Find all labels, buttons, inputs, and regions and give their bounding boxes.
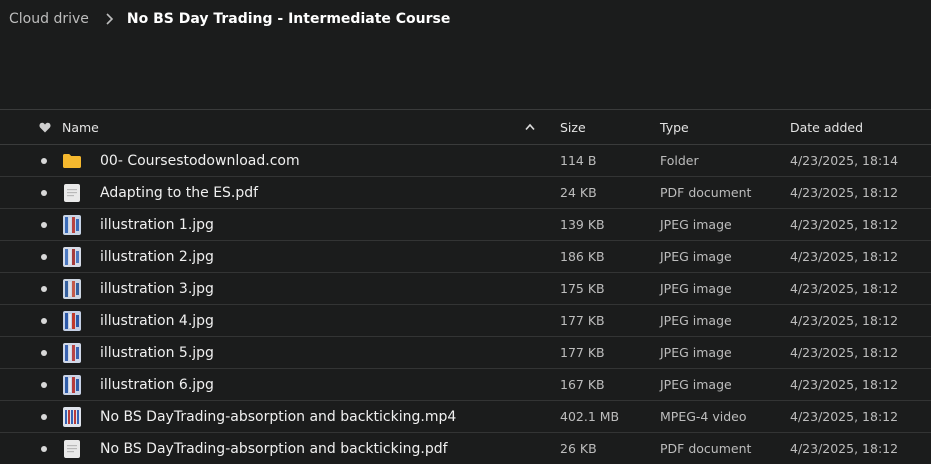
file-list: 00- Coursestodownload.com 114 B Folder 4/23… xyxy=(0,145,931,464)
column-header-size[interactable]: Size xyxy=(560,120,586,135)
file-size: 402.1 MB xyxy=(560,409,620,424)
table-header: Name Size Type Date added xyxy=(0,109,931,145)
pdf-file-icon xyxy=(62,439,82,459)
row-bullet xyxy=(41,349,47,356)
file-type: JPEG image xyxy=(660,217,732,232)
row-bullet xyxy=(41,189,47,196)
file-date-added: 4/23/2025, 18:12 xyxy=(790,185,899,200)
file-row[interactable]: No BS DayTrading-absorption and backtick… xyxy=(0,433,931,464)
file-date-added: 4/23/2025, 18:12 xyxy=(790,377,899,392)
row-bullet xyxy=(41,221,47,228)
file-name[interactable]: illustration 5.jpg xyxy=(100,345,214,361)
file-size: 114 B xyxy=(560,153,597,168)
file-type: MPEG-4 video xyxy=(660,409,747,424)
file-size: 186 KB xyxy=(560,249,605,264)
row-bullet xyxy=(41,157,47,164)
file-type: JPEG image xyxy=(660,345,732,360)
file-name[interactable]: illustration 1.jpg xyxy=(100,217,214,233)
file-row[interactable]: Adapting to the ES.pdf 24 KB PDF document 4… xyxy=(0,177,931,209)
file-table: Name Size Type Date added 00- Coursestod… xyxy=(0,109,931,464)
favorite-heart-icon[interactable] xyxy=(38,120,52,134)
column-header-type[interactable]: Type xyxy=(660,120,689,135)
pdf-file-icon xyxy=(62,183,82,203)
breadcrumb-current-folder: No BS Day Trading - Intermediate Course xyxy=(126,11,451,27)
file-row[interactable]: illustration 2.jpg 186 KB JPEG image 4/23/2… xyxy=(0,241,931,273)
video-thumbnail-icon xyxy=(62,406,82,427)
file-row[interactable]: illustration 4.jpg 177 KB JPEG image 4/23/2… xyxy=(0,305,931,337)
row-bullet xyxy=(41,381,47,388)
column-header-date-added[interactable]: Date added xyxy=(790,120,863,135)
folder-icon xyxy=(62,151,82,171)
file-size: 175 KB xyxy=(560,281,605,296)
row-bullet xyxy=(41,317,47,324)
file-name[interactable]: illustration 2.jpg xyxy=(100,249,214,265)
file-name[interactable]: 00- Coursestodownload.com xyxy=(100,153,300,169)
file-type: JPEG image xyxy=(660,377,732,392)
file-date-added: 4/23/2025, 18:12 xyxy=(790,249,899,264)
file-name[interactable]: illustration 4.jpg xyxy=(100,313,214,329)
file-date-added: 4/23/2025, 18:12 xyxy=(790,409,899,424)
image-thumbnail-icon xyxy=(62,342,82,363)
breadcrumb: Cloud drive No BS Day Trading - Intermed… xyxy=(9,9,450,29)
file-date-added: 4/23/2025, 18:12 xyxy=(790,313,899,328)
column-header-name[interactable]: Name xyxy=(62,120,99,135)
file-type: JPEG image xyxy=(660,249,732,264)
file-row[interactable]: illustration 3.jpg 175 KB JPEG image 4/23/2… xyxy=(0,273,931,305)
file-date-added: 4/23/2025, 18:12 xyxy=(790,281,899,296)
file-size: 24 KB xyxy=(560,185,597,200)
file-row[interactable]: 00- Coursestodownload.com 114 B Folder 4/23… xyxy=(0,145,931,177)
file-name[interactable]: Adapting to the ES.pdf xyxy=(100,185,258,201)
row-bullet xyxy=(41,253,47,260)
file-date-added: 4/23/2025, 18:12 xyxy=(790,441,899,456)
file-row[interactable]: illustration 5.jpg 177 KB JPEG image 4/23/2… xyxy=(0,337,931,369)
image-thumbnail-icon xyxy=(62,246,82,267)
file-name[interactable]: illustration 3.jpg xyxy=(100,281,214,297)
file-size: 177 KB xyxy=(560,313,605,328)
file-row[interactable]: illustration 6.jpg 167 KB JPEG image 4/23/2… xyxy=(0,369,931,401)
file-date-added: 4/23/2025, 18:12 xyxy=(790,217,899,232)
file-type: PDF document xyxy=(660,185,752,200)
breadcrumb-root-link[interactable]: Cloud drive xyxy=(9,11,89,27)
file-type: Folder xyxy=(660,153,699,168)
image-thumbnail-icon xyxy=(62,278,82,299)
file-size: 167 KB xyxy=(560,377,605,392)
row-bullet xyxy=(41,285,47,292)
image-thumbnail-icon xyxy=(62,214,82,235)
file-type: JPEG image xyxy=(660,313,732,328)
row-bullet xyxy=(41,413,47,420)
file-name[interactable]: illustration 6.jpg xyxy=(100,377,214,393)
image-thumbnail-icon xyxy=(62,310,82,331)
file-date-added: 4/23/2025, 18:14 xyxy=(790,153,899,168)
sort-ascending-icon[interactable] xyxy=(525,121,537,133)
file-size: 139 KB xyxy=(560,217,605,232)
image-thumbnail-icon xyxy=(62,374,82,395)
file-date-added: 4/23/2025, 18:12 xyxy=(790,345,899,360)
file-size: 177 KB xyxy=(560,345,605,360)
file-row[interactable]: No BS DayTrading-absorption and backtick… xyxy=(0,401,931,433)
chevron-right-icon xyxy=(101,11,117,27)
file-type: JPEG image xyxy=(660,281,732,296)
file-size: 26 KB xyxy=(560,441,597,456)
file-row[interactable]: illustration 1.jpg 139 KB JPEG image 4/23/2… xyxy=(0,209,931,241)
file-name[interactable]: No BS DayTrading-absorption and backtick… xyxy=(100,441,448,457)
file-type: PDF document xyxy=(660,441,752,456)
file-name[interactable]: No BS DayTrading-absorption and backtick… xyxy=(100,409,456,425)
row-bullet xyxy=(41,445,47,452)
